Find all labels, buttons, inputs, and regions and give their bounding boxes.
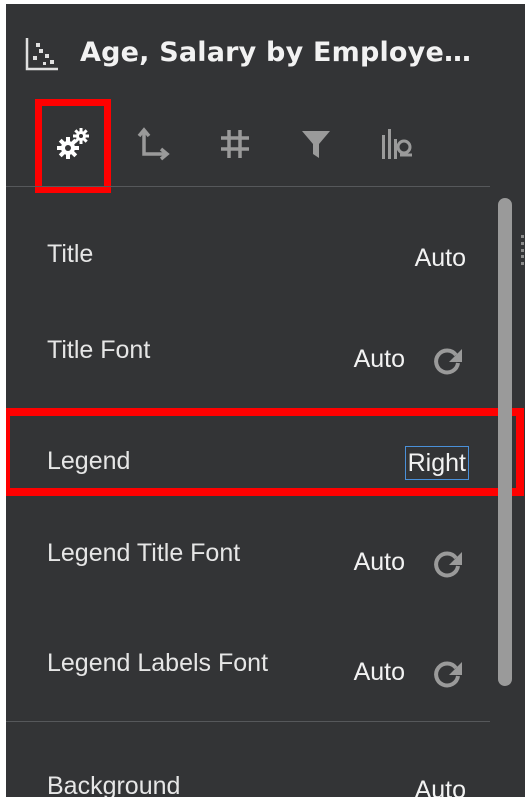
tab-divider (6, 186, 490, 187)
hash-icon (221, 130, 249, 158)
prop-label-title-font: Title Font (47, 336, 151, 364)
highlight-box-legend (6, 408, 524, 496)
scatter-chart-icon (25, 38, 58, 71)
axis-icon (137, 127, 170, 161)
tab-filter[interactable] (291, 119, 341, 169)
properties-panel: Age, Salary by Employe… Title Auto Title… (6, 4, 525, 797)
reset-icon[interactable] (429, 342, 465, 378)
resize-grip[interactable] (521, 235, 525, 265)
prop-label-legend-labels-font: Legend Labels Font (47, 649, 269, 677)
reset-icon[interactable] (429, 655, 465, 691)
prop-label-legend-title-font: Legend Title Font (47, 539, 241, 567)
analytics-icon (382, 129, 412, 159)
filter-icon (302, 131, 330, 158)
panel-header: Age, Salary by Employe… (6, 4, 525, 99)
chart-title: Age, Salary by Employe… (80, 37, 472, 68)
prop-label-title: Title (47, 240, 94, 268)
tab-grid[interactable] (210, 119, 260, 169)
prop-label-background: Background (47, 772, 181, 797)
prop-value-title-font[interactable]: Auto (354, 345, 405, 374)
tab-analytics[interactable] (372, 119, 422, 169)
tab-axis[interactable] (129, 119, 179, 169)
section-divider (6, 721, 490, 722)
prop-value-legend-title-font[interactable]: Auto (354, 548, 405, 577)
prop-value-title[interactable]: Auto (415, 244, 466, 273)
scrollbar-thumb[interactable] (498, 198, 512, 686)
prop-value-background[interactable]: Auto (415, 776, 466, 797)
reset-icon[interactable] (429, 545, 465, 581)
highlight-box-tab (35, 99, 111, 193)
prop-value-legend-labels-font[interactable]: Auto (354, 658, 405, 687)
